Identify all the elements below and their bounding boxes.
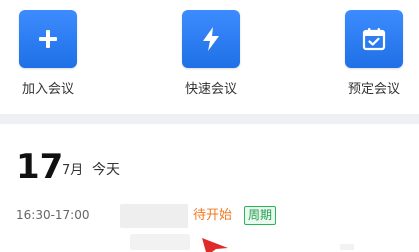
schedule-meeting-label: 预定会议 [347, 82, 400, 97]
quick-meeting-label: 快速会议 [184, 82, 237, 97]
meeting-title-redacted[interactable] [120, 204, 188, 228]
join-meeting-tile[interactable] [19, 10, 77, 68]
meeting-subtitle-redacted [130, 234, 190, 250]
date-today-label: 今天 [92, 162, 120, 178]
quick-meeting-button[interactable]: 快速会议 [166, 10, 256, 110]
date-month: 7月 [62, 163, 84, 178]
meeting-list-section [0, 124, 419, 250]
quick-meeting-tile[interactable] [182, 10, 240, 68]
meeting-status: 待开始 [193, 208, 233, 223]
plus-icon [39, 30, 57, 48]
section-divider [0, 114, 419, 124]
join-meeting-label: 加入会议 [21, 82, 74, 97]
join-meeting-button[interactable]: 加入会议 [3, 10, 93, 110]
calendar-check-icon [362, 28, 386, 51]
lightning-icon [203, 27, 219, 51]
date-day: 17 [16, 147, 64, 187]
schedule-meeting-button[interactable]: 预定会议 [329, 10, 419, 110]
schedule-meeting-tile[interactable] [345, 10, 403, 68]
recurring-badge: 周期 [244, 206, 277, 225]
meeting-row-redacted [340, 244, 354, 250]
quick-actions-bar: 加入会议 快速会议 预定会议 [0, 0, 419, 114]
meeting-time[interactable]: 16:30-17:00 [16, 207, 90, 223]
